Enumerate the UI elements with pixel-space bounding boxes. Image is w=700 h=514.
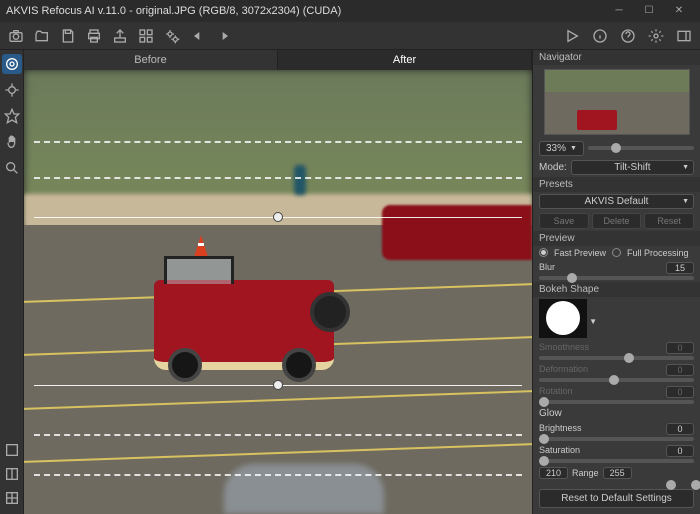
app-window: AKVIS Refocus AI v.11.0 - original.JPG (… <box>0 0 700 514</box>
deformation-label: Deformation <box>539 364 588 376</box>
fast-preview-label: Fast Preview <box>554 248 606 258</box>
blur-slider[interactable] <box>539 276 694 280</box>
image-canvas[interactable] <box>24 70 532 514</box>
open-icon[interactable] <box>32 26 52 46</box>
info-icon[interactable] <box>590 26 610 46</box>
chevron-down-icon: ▼ <box>682 164 689 171</box>
rotation-value: 0 <box>666 386 694 398</box>
reset-default-button[interactable]: Reset to Default Settings <box>539 489 694 508</box>
print-icon[interactable] <box>84 26 104 46</box>
preview-label: Preview <box>533 231 700 246</box>
save-icon[interactable] <box>58 26 78 46</box>
zoom-dropdown[interactable]: 33% ▼ <box>539 141 584 156</box>
bokeh-label: Bokeh Shape <box>533 282 700 297</box>
zoom-tool[interactable] <box>2 158 22 178</box>
minimize-button[interactable]: ─ <box>604 0 634 22</box>
app-body: Before After <box>0 50 700 514</box>
focus-area-tool[interactable] <box>2 80 22 100</box>
rotation-slider <box>539 400 694 404</box>
saturation-slider[interactable] <box>539 459 694 463</box>
tool-strip <box>0 50 24 514</box>
chevron-down-icon: ▼ <box>682 198 689 205</box>
tilt-outer-top-line[interactable] <box>34 141 522 143</box>
settings-panel: Navigator 33% ▼ Mode: Tilt-Shift ▼ Presets… <box>532 50 700 514</box>
close-button[interactable]: ✕ <box>664 0 694 22</box>
hand-tool[interactable] <box>2 132 22 152</box>
panel-toggle-icon[interactable] <box>674 26 694 46</box>
gears-icon[interactable] <box>162 26 182 46</box>
camera-icon[interactable] <box>6 26 26 46</box>
brightness-slider[interactable] <box>539 437 694 441</box>
tilt-inner-top-line[interactable] <box>34 177 522 179</box>
bokeh-shape-button[interactable]: ▼ <box>539 299 587 338</box>
presets-select[interactable]: AKVIS Default ▼ <box>539 194 694 209</box>
help-icon[interactable] <box>618 26 638 46</box>
deformation-value: 0 <box>666 364 694 376</box>
smoothness-label: Smoothness <box>539 342 589 354</box>
range-low-value[interactable]: 210 <box>539 467 568 479</box>
mode-select[interactable]: Tilt-Shift ▼ <box>571 160 694 175</box>
zoom-slider[interactable] <box>588 146 694 150</box>
tab-before[interactable]: Before <box>24 50 278 70</box>
chevron-down-icon: ▼ <box>570 145 577 152</box>
layout-single-icon[interactable] <box>2 440 22 460</box>
zoom-value: 33% <box>546 143 566 154</box>
range-high-value[interactable]: 255 <box>603 467 632 479</box>
window-title: AKVIS Refocus AI v.11.0 - original.JPG (… <box>6 5 604 17</box>
preset-reset-button[interactable]: Reset <box>644 213 694 229</box>
smoothness-value: 0 <box>666 342 694 354</box>
settings-icon[interactable] <box>646 26 666 46</box>
blur-label: Blur <box>539 262 555 274</box>
range-label: Range <box>572 468 599 478</box>
maximize-button[interactable]: ☐ <box>634 0 664 22</box>
deformation-slider <box>539 378 694 382</box>
mode-value: Tilt-Shift <box>614 162 650 173</box>
canvas-area: Before After <box>24 50 532 514</box>
undo-icon[interactable] <box>188 26 208 46</box>
view-tabs: Before After <box>24 50 532 70</box>
redo-icon[interactable] <box>214 26 234 46</box>
saturation-value[interactable]: 0 <box>666 445 694 457</box>
tilt-outer-bottom-line[interactable] <box>34 474 522 476</box>
tilt-handle-top[interactable] <box>273 212 283 222</box>
presets-label: Presets <box>533 177 700 192</box>
title-bar: AKVIS Refocus AI v.11.0 - original.JPG (… <box>0 0 700 22</box>
export-icon[interactable] <box>110 26 130 46</box>
navigator-header: Navigator <box>533 50 700 65</box>
brightness-value[interactable]: 0 <box>666 423 694 435</box>
image-content <box>24 70 532 514</box>
brightness-label: Brightness <box>539 423 582 435</box>
main-toolbar <box>0 22 700 50</box>
quick-preview-tool[interactable] <box>2 54 22 74</box>
layout-split-icon[interactable] <box>2 464 22 484</box>
star-tool[interactable] <box>2 106 22 126</box>
smoothness-slider <box>539 356 694 360</box>
run-icon[interactable] <box>562 26 582 46</box>
tab-after[interactable]: After <box>278 50 532 70</box>
batch-icon[interactable] <box>136 26 156 46</box>
full-processing-radio[interactable] <box>612 248 621 257</box>
preset-save-button[interactable]: Save <box>539 213 589 229</box>
layout-quad-icon[interactable] <box>2 488 22 508</box>
full-processing-label: Full Processing <box>627 248 689 258</box>
fast-preview-radio[interactable] <box>539 248 548 257</box>
navigator-thumbnail[interactable] <box>544 69 690 135</box>
preset-delete-button[interactable]: Delete <box>592 213 642 229</box>
glow-label: Glow <box>533 406 700 421</box>
blur-value[interactable]: 15 <box>666 262 694 274</box>
chevron-down-icon: ▼ <box>589 317 597 326</box>
presets-value: AKVIS Default <box>585 196 649 207</box>
mode-label: Mode: <box>539 162 567 173</box>
tilt-inner-bottom-line[interactable] <box>34 434 522 436</box>
